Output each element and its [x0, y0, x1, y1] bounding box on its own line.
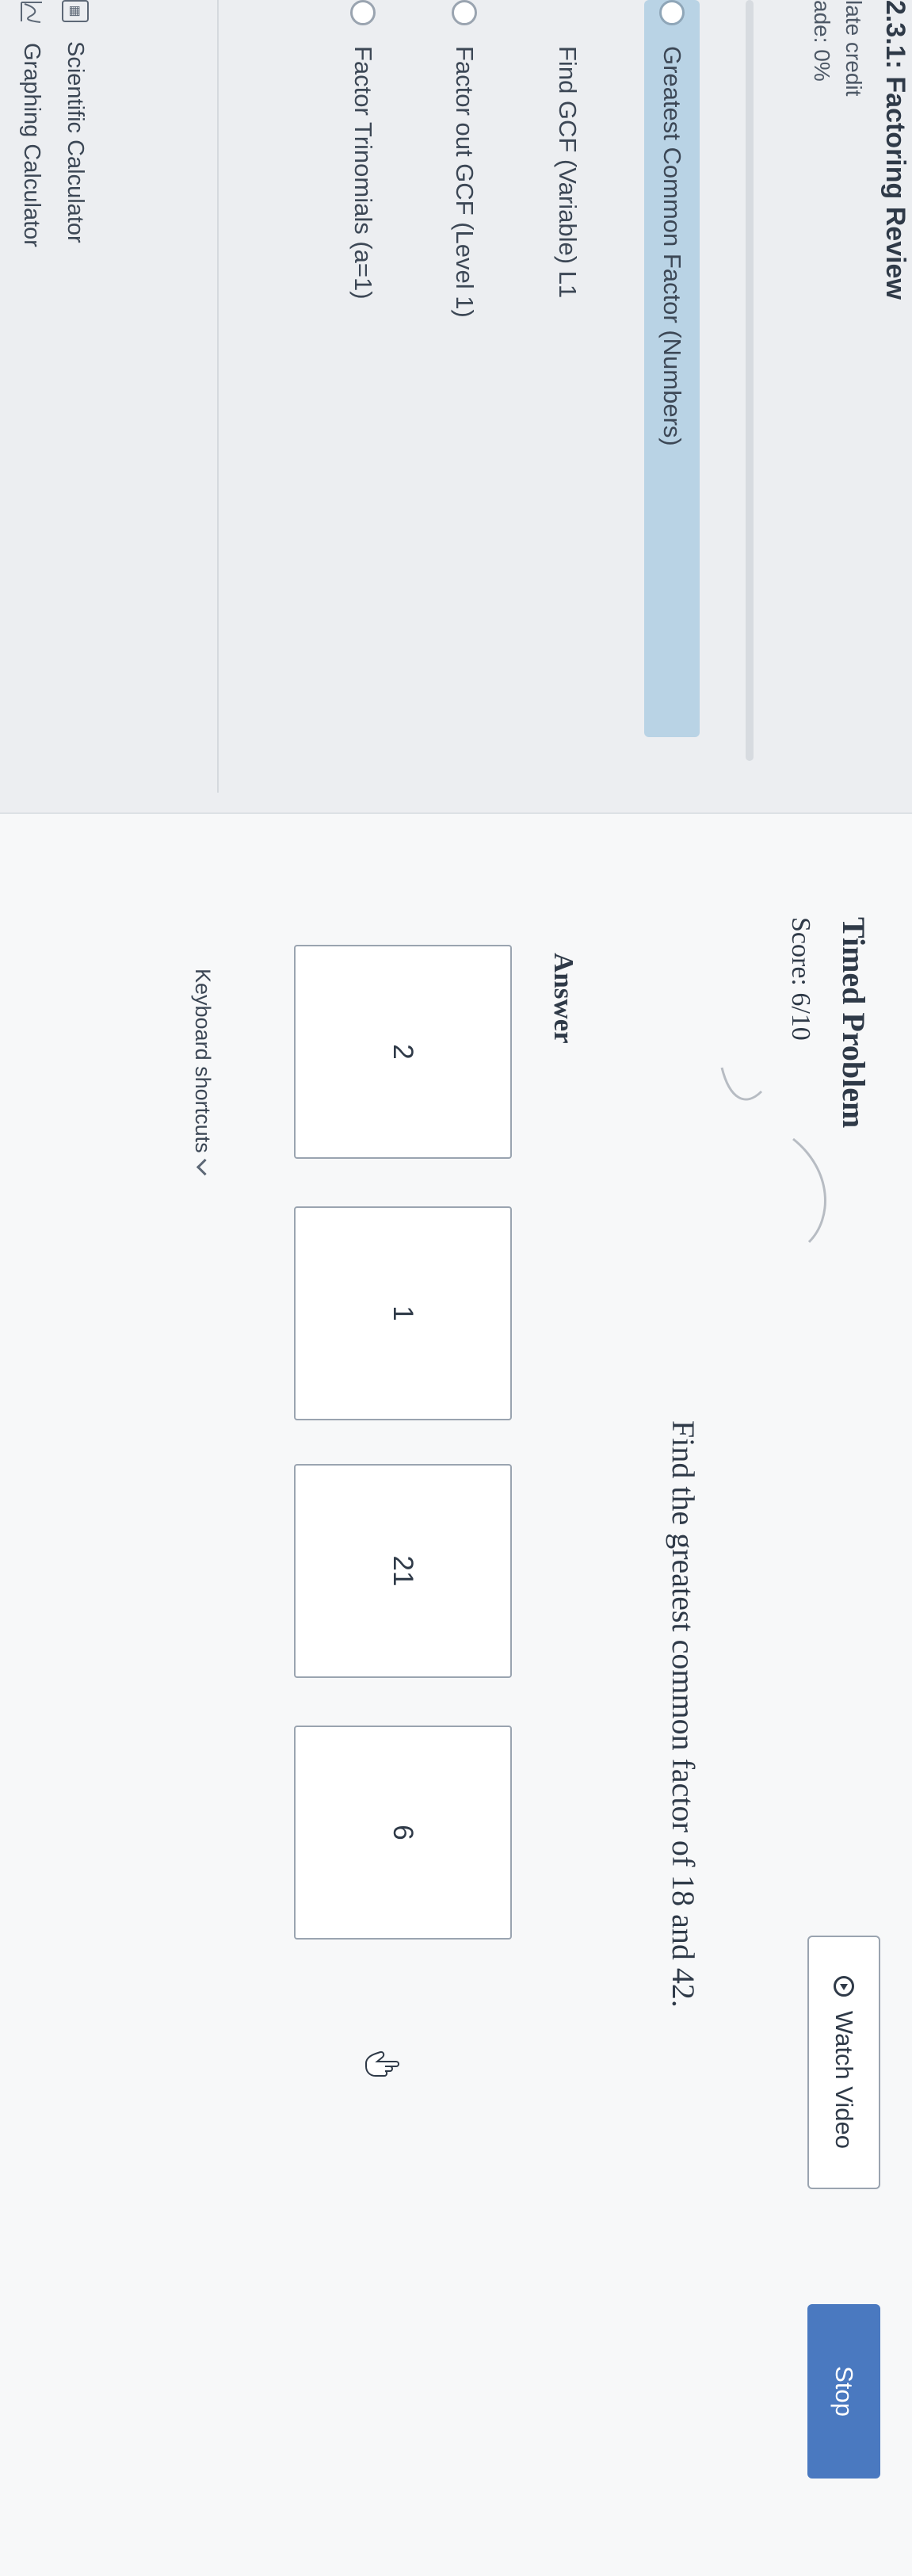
- answer-choice-2[interactable]: 1: [294, 1206, 512, 1420]
- sidebar-item-factor-out-gcf[interactable]: Factor out GCF (Level 1): [437, 0, 492, 737]
- tool-label: Graphing Calculator: [19, 43, 45, 247]
- hand-pointer-icon: [365, 2050, 399, 2077]
- graphing-calculator-link[interactable]: Graphing Calculator: [11, 0, 52, 247]
- radio-icon: [659, 0, 685, 25]
- grade-progress-bar: [746, 0, 754, 761]
- late-credit-label: late credit: [841, 0, 866, 97]
- graph-icon: [21, 2, 42, 23]
- problem-title: Timed Problem: [836, 917, 872, 1129]
- course-title: 2.3.1: Factoring Review: [880, 0, 910, 300]
- sidebar-item-label: Greatest Common Factor (Numbers): [658, 46, 686, 446]
- radio-icon: [350, 0, 376, 25]
- sidebar-divider: [217, 0, 219, 793]
- page: 2.3.1: Factoring Review late credit ade:…: [0, 0, 912, 2576]
- problem-card: Timed Problem Score: 6/10 Watch Video St…: [0, 812, 912, 2576]
- answer-heading: Answer: [548, 953, 579, 1044]
- chevron-down-icon: [196, 1158, 214, 1175]
- calculator-icon: ▦: [62, 0, 89, 22]
- grade-label: ade: 0%: [810, 0, 834, 82]
- sidebar-item-label: Factor out GCF (Level 1): [451, 46, 479, 318]
- play-icon: [834, 1975, 854, 1997]
- pencil-scribble-mark: [720, 1067, 826, 1244]
- watch-video-button[interactable]: Watch Video: [807, 1936, 880, 2189]
- score-label: Score: 6/10: [786, 917, 815, 1041]
- sidebar-item-label: Find GCF (Variable) L1: [554, 46, 582, 299]
- stop-button[interactable]: Stop: [807, 2304, 880, 2479]
- sidebar-item-find-gcf-variable[interactable]: Find GCF (Variable) L1: [540, 0, 595, 737]
- sidebar-item-label: Factor Trinomials (a=1): [349, 46, 377, 300]
- radio-icon: [452, 0, 477, 25]
- tool-label: Scientific Calculator: [63, 41, 89, 243]
- sidebar-item-factor-trinomials[interactable]: Factor Trinomials (a=1): [335, 0, 391, 737]
- sidebar-item-greatest-common-factor[interactable]: Greatest Common Factor (Numbers): [644, 0, 700, 737]
- watch-video-label: Watch Video: [830, 2010, 858, 2150]
- answer-choice-1[interactable]: 2: [294, 945, 512, 1159]
- scientific-calculator-link[interactable]: ▦ Scientific Calculator: [55, 0, 96, 243]
- answer-choice-3[interactable]: 21: [294, 1464, 512, 1678]
- sidebar: 2.3.1: Factoring Review late credit ade:…: [0, 0, 912, 793]
- answer-choice-4[interactable]: 6: [294, 1726, 512, 1940]
- keyboard-shortcuts-label: Keyboard shortcuts: [191, 969, 215, 1153]
- keyboard-shortcuts-toggle[interactable]: Keyboard shortcuts: [190, 969, 215, 1175]
- question-text: Find the greatest common factor of 18 an…: [666, 1420, 701, 2008]
